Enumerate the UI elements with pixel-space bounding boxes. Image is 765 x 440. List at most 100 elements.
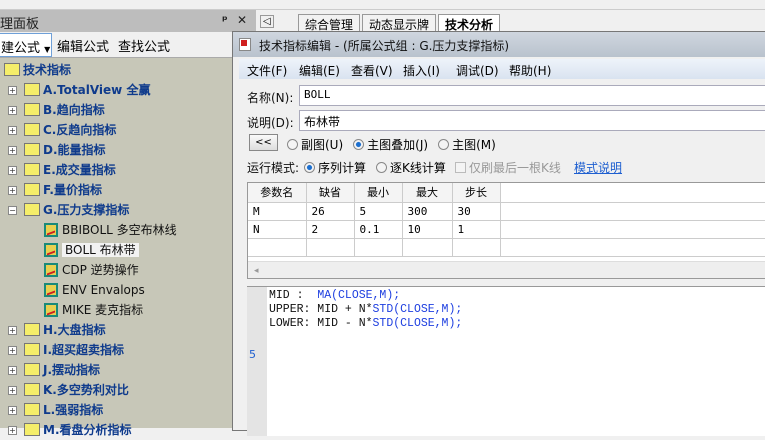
expand-icon[interactable]: + xyxy=(8,126,17,135)
param-cell[interactable]: 10 xyxy=(402,220,453,239)
expand-icon[interactable]: + xyxy=(8,86,17,95)
tab-dynamic-board[interactable]: 动态显示牌 xyxy=(362,14,437,32)
tree-group[interactable]: + K.多空势利对比 xyxy=(8,380,248,400)
tree-group-body: F.量价指标 xyxy=(24,183,102,197)
column-header[interactable]: 最小 xyxy=(354,183,403,203)
radio-option[interactable]: 主图(M) xyxy=(438,138,496,152)
param-cell[interactable] xyxy=(402,238,453,257)
param-row[interactable]: N 2 0.1 10 1 xyxy=(248,220,765,239)
tree-group-label: H.大盘指标 xyxy=(43,323,106,337)
param-cell[interactable] xyxy=(500,202,765,221)
scroll-left-icon[interactable]: ◂ xyxy=(254,266,259,276)
edit-formula-button[interactable]: 编辑公式 xyxy=(57,36,109,55)
tree-group[interactable]: + J.摆动指标 xyxy=(8,360,248,380)
param-cell[interactable]: 1 xyxy=(452,220,501,239)
tree-group[interactable]: + E.成交量指标 xyxy=(8,160,248,180)
column-header[interactable]: 步长 xyxy=(452,183,501,203)
column-header[interactable]: 最大 xyxy=(402,183,453,203)
expand-icon[interactable]: + xyxy=(8,186,17,195)
radio-option[interactable]: 逐K线计算 xyxy=(376,161,446,175)
param-cell[interactable] xyxy=(354,238,403,257)
dialog-menu-item[interactable]: 编辑(E) xyxy=(299,62,340,79)
param-cell[interactable]: N xyxy=(248,220,307,239)
tree-root[interactable]: 技术指标 xyxy=(4,60,71,80)
tree-group[interactable]: + F.量价指标 xyxy=(8,180,248,200)
param-cell[interactable] xyxy=(500,238,765,257)
dialog-menu-item[interactable]: 调试(D) xyxy=(456,62,499,79)
expand-icon[interactable]: + xyxy=(8,326,17,335)
expand-icon[interactable]: + xyxy=(8,386,17,395)
close-icon[interactable]: ✕ xyxy=(237,13,247,27)
param-cell[interactable]: 30 xyxy=(452,202,501,221)
param-cell[interactable]: M xyxy=(248,202,307,221)
tab-overview[interactable]: 综合管理 xyxy=(298,14,361,32)
tree-group[interactable]: + M.看盘分析指标 xyxy=(8,420,248,440)
tree-group[interactable]: + D.能量指标 xyxy=(8,140,248,160)
radio-option[interactable]: 主图叠加(J) xyxy=(353,138,428,152)
expand-icon[interactable]: + xyxy=(8,366,17,375)
radio-option[interactable]: 序列计算 xyxy=(304,161,366,175)
radio-button[interactable] xyxy=(304,162,315,173)
dialog-menu-item[interactable]: 文件(F) xyxy=(247,62,287,79)
tree-group[interactable]: − G.压力支撑指标 xyxy=(8,200,248,220)
pin-icon[interactable]: ᵖ xyxy=(222,13,228,27)
tree-group[interactable]: + B.趋向指标 xyxy=(8,100,248,120)
collapse-button[interactable]: << xyxy=(249,134,278,151)
horizontal-scrollbar[interactable]: ◂ xyxy=(248,261,765,278)
tree-group-label: A.TotalView 全赢 xyxy=(43,83,151,97)
param-cell[interactable]: 26 xyxy=(306,202,355,221)
param-cell[interactable]: 300 xyxy=(402,202,453,221)
tree-group[interactable]: + A.TotalView 全赢 xyxy=(8,80,248,100)
description-input[interactable]: 布林带 xyxy=(299,110,765,131)
new-formula-button[interactable]: 建公式 ▼ xyxy=(0,33,52,57)
param-row[interactable] xyxy=(248,238,765,257)
mode-help-link[interactable]: 模式说明 xyxy=(574,159,622,176)
tree-leaf[interactable]: ENV Envalops xyxy=(44,280,145,300)
tab-scroll-left-button[interactable]: ◁ xyxy=(260,15,274,28)
tree-group[interactable]: + I.超买超卖指标 xyxy=(8,340,248,360)
radio-button[interactable] xyxy=(438,139,450,150)
tree-leaf[interactable]: CDP 逆势操作 xyxy=(44,260,139,280)
expand-icon[interactable]: + xyxy=(8,166,17,175)
tree-group[interactable]: + L.强弱指标 xyxy=(8,400,248,420)
param-row[interactable]: M 26 5 300 30 xyxy=(248,202,765,221)
radio-label: 主图叠加(J) xyxy=(367,138,429,152)
expand-icon[interactable]: + xyxy=(8,146,17,155)
dropdown-arrow-icon[interactable]: ▼ xyxy=(44,45,50,54)
tree-leaf[interactable]: BOLL 布林带 xyxy=(44,240,139,260)
param-cell[interactable] xyxy=(452,238,501,257)
tree-group[interactable]: + H.大盘指标 xyxy=(8,320,248,340)
param-cell[interactable] xyxy=(306,238,355,257)
code-function: STD(CLOSE,M); xyxy=(372,317,463,330)
param-cell[interactable]: 5 xyxy=(354,202,403,221)
dialog-menu-item[interactable]: 帮助(H) xyxy=(509,62,551,79)
radio-button[interactable] xyxy=(376,162,388,173)
collapse-icon[interactable]: − xyxy=(8,206,17,215)
code-editor[interactable]: 5 MID : MA(CLOSE,M); UPPER: MID + N*STD(C… xyxy=(247,286,765,436)
column-header[interactable]: 参数名 xyxy=(248,183,307,203)
tree-group-label: B.趋向指标 xyxy=(43,103,105,117)
tree-group-body: M.看盘分析指标 xyxy=(24,423,132,437)
tab-technical-analysis[interactable]: 技术分析 xyxy=(438,14,501,32)
dialog-menu-item[interactable]: 插入(I) xyxy=(403,62,440,79)
expand-icon[interactable]: + xyxy=(8,346,17,355)
expand-icon[interactable]: + xyxy=(8,426,17,435)
expand-icon[interactable]: + xyxy=(8,406,17,415)
param-cell[interactable] xyxy=(248,238,307,257)
param-cell[interactable] xyxy=(500,220,765,239)
tree-group[interactable]: + C.反趋向指标 xyxy=(8,120,248,140)
find-formula-button[interactable]: 查找公式 xyxy=(118,36,170,55)
name-input[interactable]: BOLL xyxy=(299,85,765,106)
expand-icon[interactable]: + xyxy=(8,106,17,115)
radio-button[interactable] xyxy=(353,139,365,150)
radio-button[interactable] xyxy=(287,139,298,150)
column-header[interactable]: 缺省 xyxy=(306,183,355,203)
param-cell[interactable]: 2 xyxy=(306,220,355,239)
param-cell[interactable]: 0.1 xyxy=(354,220,403,239)
last-bar-only-checkbox[interactable]: 仅刷最后一根K线 xyxy=(455,159,561,176)
panel-header: 理面板 ᵖ ✕ xyxy=(0,10,256,32)
dialog-menu-item[interactable]: 查看(V) xyxy=(351,62,393,79)
tree-leaf[interactable]: MIKE 麦克指标 xyxy=(44,300,143,320)
tree-leaf[interactable]: BBIBOLL 多空布林线 xyxy=(44,220,177,240)
radio-option[interactable]: 副图(U) xyxy=(287,138,343,152)
